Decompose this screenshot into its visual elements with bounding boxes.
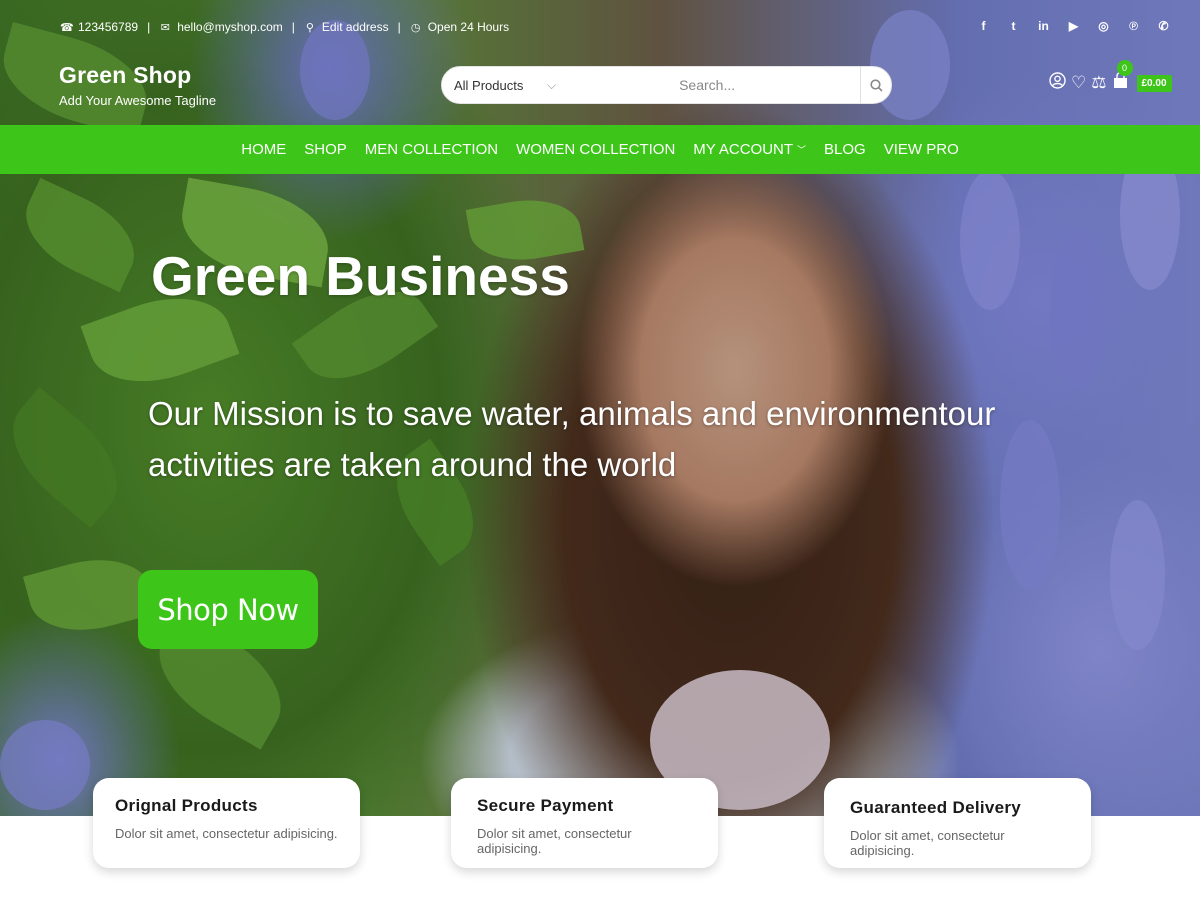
nav-item-view-pro[interactable]: View Pro: [884, 141, 959, 158]
compare-icon[interactable]: ⚖: [1091, 73, 1106, 93]
cart-total[interactable]: £0.00: [1136, 74, 1172, 92]
cart-button[interactable]: 0: [1112, 60, 1133, 94]
separator: |: [147, 20, 151, 34]
youtube-icon[interactable]: ▶: [1067, 19, 1080, 33]
feature-card-title: Orignal Products: [115, 796, 258, 815]
phone-number[interactable]: 123456789: [78, 20, 138, 34]
search-icon: [869, 78, 883, 92]
feature-card: Secure Payment Dolor sit amet, consectet…: [451, 778, 718, 868]
phone-icon: ☎: [60, 21, 74, 34]
twitter-icon[interactable]: t: [1007, 19, 1020, 33]
envelope-icon: ✉: [160, 21, 170, 34]
address-link[interactable]: Edit address: [322, 20, 389, 34]
separator: |: [291, 20, 295, 34]
clock-icon: ◷: [410, 21, 421, 34]
feature-card-text: Dolor sit amet, consectetur adipisicing.: [115, 826, 338, 841]
nav-item-women-collection[interactable]: Women Collection: [516, 141, 675, 158]
account-icon[interactable]: [1049, 72, 1066, 94]
site-title[interactable]: Green Shop: [59, 62, 216, 89]
nav-item-blog[interactable]: Blog: [824, 141, 866, 158]
nav-item-my-account-label: My Account: [693, 141, 794, 158]
chevron-down-icon: ﹀: [797, 145, 807, 155]
search-input[interactable]: [574, 67, 861, 103]
shop-now-button[interactable]: Shop Now: [138, 570, 318, 649]
feature-card-text: Dolor sit amet, consectetur adipisicing.: [850, 828, 1005, 858]
feature-card: Orignal Products Dolor sit amet, consect…: [93, 778, 360, 868]
nav-item-my-account[interactable]: My Account ﹀: [693, 141, 806, 158]
cart-count-badge: 0: [1116, 60, 1133, 76]
site-branding: Green Shop Add Your Awesome Tagline: [59, 62, 216, 108]
feature-card-title: Secure Payment: [477, 796, 614, 815]
pinterest-icon[interactable]: ℗: [1127, 19, 1140, 33]
feature-card: Guaranteed Delivery Dolor sit amet, cons…: [824, 778, 1091, 868]
feature-card-title: Guaranteed Delivery: [850, 798, 1022, 817]
search-button[interactable]: [860, 67, 891, 103]
social-links: f t in ▶ ◎ ℗ ✆: [977, 19, 1170, 33]
facebook-icon[interactable]: f: [977, 19, 990, 33]
opening-hours: Open 24 Hours: [427, 20, 510, 34]
category-select[interactable]: All Products ⌵: [442, 78, 574, 93]
nav-item-men-collection[interactable]: Men Collection: [365, 141, 498, 158]
heart-icon[interactable]: ♡: [1071, 73, 1086, 93]
product-search: All Products ⌵: [441, 66, 892, 104]
nav-item-home[interactable]: Home: [241, 141, 286, 158]
header-actions: ♡ ⚖ 0 £0.00: [1049, 60, 1172, 94]
category-select-value: All Products: [454, 77, 524, 93]
whatsapp-icon[interactable]: ✆: [1157, 19, 1170, 33]
chevron-down-icon: ⌵: [546, 77, 557, 92]
hero-subtitle: Our Mission is to save water, animals an…: [148, 395, 996, 483]
contact-info: ☎ 123456789 | ✉ hello@myshop.com | ⚲ Edi…: [60, 20, 509, 34]
map-pin-icon: ⚲: [305, 21, 314, 34]
feature-card-text: Dolor sit amet, consectetur adipisicing.: [477, 826, 632, 856]
separator: |: [397, 20, 401, 34]
hero-title: Green Business: [151, 245, 570, 307]
linkedin-icon[interactable]: in: [1037, 19, 1050, 33]
email-link[interactable]: hello@myshop.com: [177, 20, 283, 34]
site-tagline: Add Your Awesome Tagline: [59, 93, 217, 108]
main-navigation: Home Shop Men Collection Women Collectio…: [0, 125, 1200, 174]
top-bar: ☎ 123456789 | ✉ hello@myshop.com | ⚲ Edi…: [0, 0, 1200, 56]
instagram-icon[interactable]: ◎: [1097, 19, 1110, 33]
nav-item-shop[interactable]: Shop: [304, 141, 347, 158]
